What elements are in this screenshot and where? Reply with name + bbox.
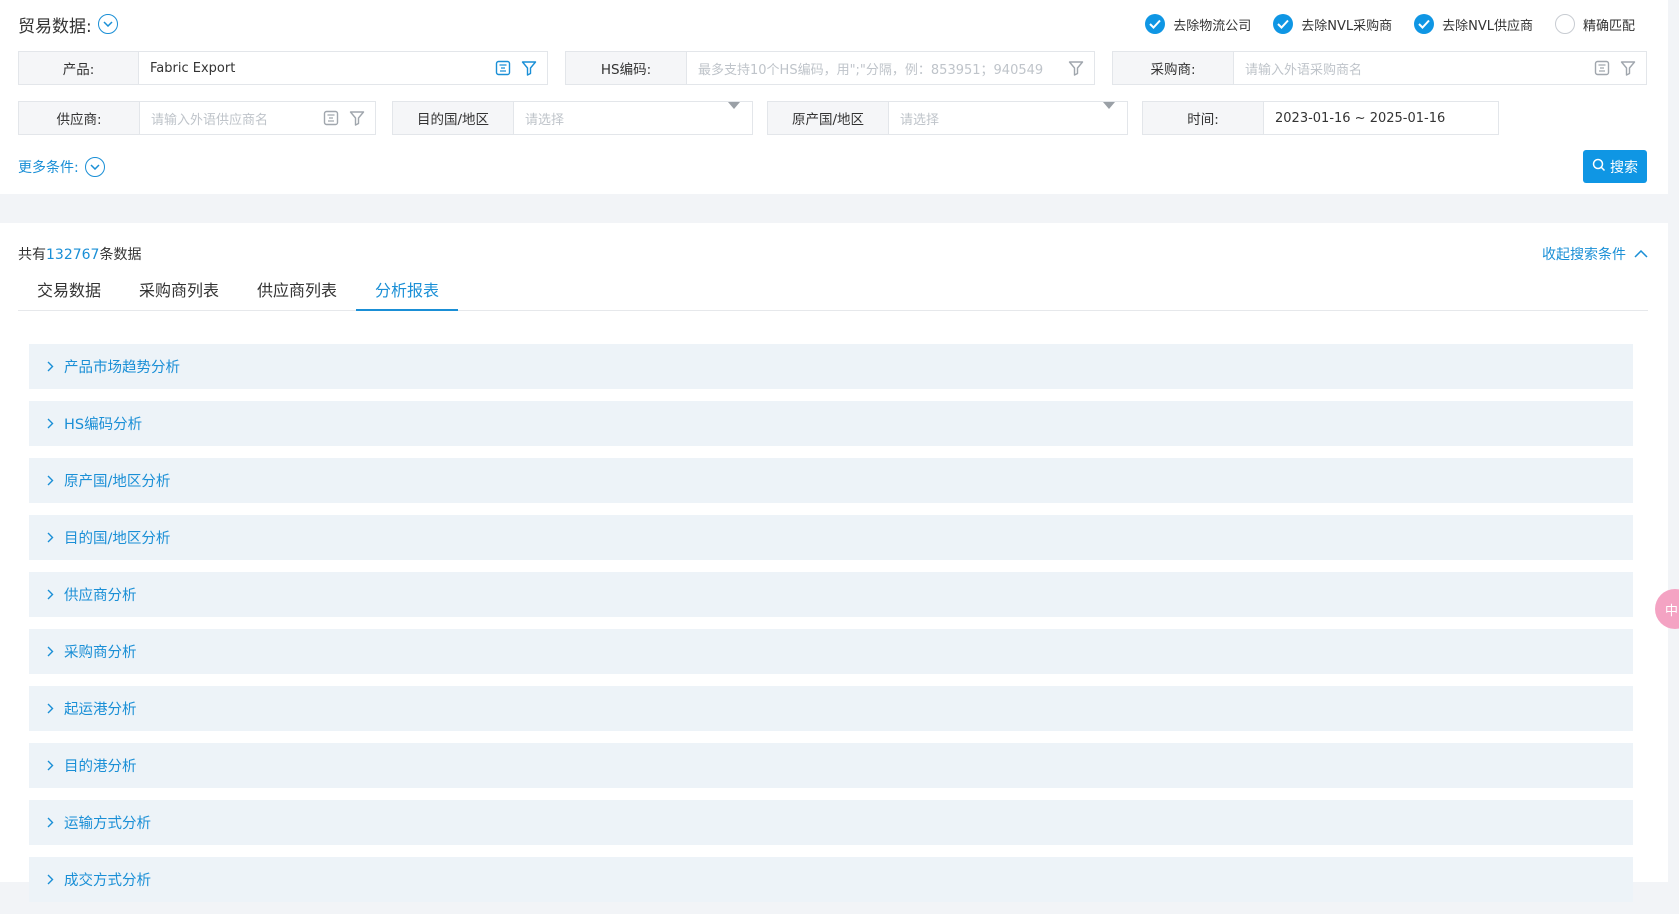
origin-field: 原产国/地区 请选择: [767, 101, 1128, 135]
count-suffix: 条数据: [99, 247, 142, 263]
accordion-label: 产品市场趋势分析: [64, 360, 180, 376]
checked-icon: [1273, 14, 1294, 34]
checkbox-label: 精确匹配: [1582, 18, 1635, 34]
collapse-label: 收起搜索条件: [1542, 247, 1626, 263]
chevron-up-icon: [1634, 246, 1648, 262]
results-panel: 共有132767条数据 收起搜索条件 交易数据 采购商列表 供应商列表 分析报表…: [0, 223, 1668, 902]
accordion-item[interactable]: 目的国/地区分析: [29, 515, 1633, 560]
accordion-item[interactable]: 运输方式分析: [29, 800, 1633, 845]
translate-icon[interactable]: [323, 110, 339, 126]
accordion-item[interactable]: 原产国/地区分析: [29, 458, 1633, 503]
search-icon: [1592, 158, 1606, 176]
origin-label: 原产国/地区: [768, 102, 889, 134]
filter-icon[interactable]: [1068, 60, 1084, 76]
accordion-label: 起运港分析: [64, 702, 137, 718]
supplier-label: 供应商:: [19, 102, 140, 134]
accordion-item[interactable]: 成交方式分析: [29, 857, 1633, 902]
checkbox-label: 去除物流公司: [1173, 18, 1252, 34]
filter-checkboxes: 去除物流公司 去除NVL采购商 去除NVL供应商 精确匹配: [1145, 14, 1635, 34]
checkbox-exclude-nvl-supplier[interactable]: 去除NVL供应商: [1414, 14, 1533, 34]
checkbox-exclude-logistics[interactable]: 去除物流公司: [1145, 14, 1251, 34]
analysis-accordion: 产品市场趋势分析 HS编码分析原产国/地区分析 目的国/地区分析 供应商分析采购商分析…: [29, 344, 1633, 914]
buyer-label: 采购商:: [1113, 52, 1234, 84]
product-input[interactable]: Fabric Export: [139, 52, 495, 84]
chevron-right-icon: [47, 646, 54, 657]
chevron-right-icon: [47, 817, 54, 828]
chevron-right-icon: [47, 361, 54, 372]
chevron-right-icon: [47, 418, 54, 429]
supplier-field: 供应商: 请输入外语供应商名: [18, 101, 376, 135]
search-panel: 贸易数据: 去除物流公司 去除NVL采购商 去除NVL供应商 精确匹配 产品: …: [0, 0, 1668, 194]
accordion-item[interactable]: 产品市场趋势分析: [29, 344, 1633, 389]
count-prefix: 共有: [18, 247, 46, 263]
accordion-item[interactable]: 采购商分析: [29, 629, 1633, 674]
accordion-label: 成交方式分析: [64, 873, 151, 889]
chevron-right-icon: [47, 874, 54, 885]
tab-transactions[interactable]: 交易数据: [18, 268, 120, 310]
chevron-right-icon: [47, 760, 54, 771]
tab-suppliers[interactable]: 供应商列表: [238, 268, 356, 310]
hs-code-input[interactable]: 最多支持10个HS编码，用";"分隔，例：853951；940549: [687, 52, 1068, 84]
checkbox-label: 去除NVL供应商: [1442, 18, 1533, 34]
more-conditions-label: 更多条件:: [18, 160, 79, 176]
filter-icon[interactable]: [1620, 60, 1636, 76]
destination-select[interactable]: 请选择: [514, 102, 728, 134]
hs-code-field: HS编码: 最多支持10个HS编码，用";"分隔，例：853951；940549: [565, 51, 1095, 85]
search-button-label: 搜索: [1610, 159, 1638, 176]
chevron-right-icon: [47, 589, 54, 600]
origin-select[interactable]: 请选择: [889, 102, 1103, 134]
buyer-input[interactable]: 请输入外语采购商名: [1234, 52, 1594, 84]
supplier-input[interactable]: 请输入外语供应商名: [140, 102, 323, 134]
unchecked-icon: [1554, 14, 1575, 34]
accordion-label: 目的国/地区分析: [64, 531, 171, 547]
buyer-field: 采购商: 请输入外语采购商名: [1112, 51, 1647, 85]
tab-buyers[interactable]: 采购商列表: [120, 268, 238, 310]
expand-title-icon[interactable]: [97, 14, 118, 34]
hs-code-label: HS编码:: [566, 52, 687, 84]
accordion-label: 供应商分析: [64, 588, 137, 604]
checkbox-label: 去除NVL采购商: [1301, 18, 1393, 34]
accordion-item[interactable]: 起运港分析: [29, 686, 1633, 731]
more-conditions[interactable]: 更多条件:: [18, 157, 105, 177]
chevron-down-icon[interactable]: [728, 102, 740, 109]
product-field: 产品: Fabric Export: [18, 51, 548, 85]
translate-icon[interactable]: [1594, 60, 1610, 76]
chevron-down-icon: [84, 157, 105, 177]
chevron-right-icon: [47, 532, 54, 543]
checkbox-exact-match[interactable]: 精确匹配: [1554, 14, 1635, 34]
search-button[interactable]: 搜索: [1583, 150, 1647, 183]
filter-icon[interactable]: [349, 110, 365, 126]
checked-icon: [1414, 14, 1435, 34]
count-number: 132767: [46, 247, 100, 263]
translate-icon[interactable]: [495, 60, 511, 76]
checked-icon: [1145, 14, 1166, 34]
accordion-item[interactable]: HS编码分析: [29, 401, 1633, 446]
accordion-label: 原产国/地区分析: [64, 474, 171, 490]
results-tabs: 交易数据 采购商列表 供应商列表 分析报表: [18, 268, 1648, 311]
chevron-down-icon[interactable]: [1103, 102, 1115, 109]
collapse-search-button[interactable]: 收起搜索条件: [1542, 244, 1648, 264]
checkbox-exclude-nvl-buyer[interactable]: 去除NVL采购商: [1273, 14, 1392, 34]
chevron-right-icon: [47, 703, 54, 714]
accordion-label: 目的港分析: [64, 759, 137, 775]
accordion-label: HS编码分析: [64, 417, 143, 433]
chevron-right-icon: [47, 475, 54, 486]
accordion-label: 运输方式分析: [64, 816, 151, 832]
accordion-label: 采购商分析: [64, 645, 137, 661]
time-label: 时间:: [1143, 102, 1264, 134]
destination-label: 目的国/地区: [393, 102, 514, 134]
date-range-input[interactable]: 2023-01-16 ~ 2025-01-16: [1264, 102, 1498, 134]
product-label: 产品:: [19, 52, 139, 84]
time-field: 时间: 2023-01-16 ~ 2025-01-16: [1142, 101, 1499, 135]
trade-data-title: 贸易数据:: [18, 12, 118, 37]
filter-icon[interactable]: [521, 60, 537, 76]
destination-field: 目的国/地区 请选择: [392, 101, 753, 135]
result-count: 共有132767条数据: [18, 244, 141, 264]
tab-analysis[interactable]: 分析报表: [356, 268, 459, 311]
accordion-item[interactable]: 目的港分析: [29, 743, 1633, 788]
page-title: 贸易数据:: [18, 16, 92, 37]
accordion-item[interactable]: 供应商分析: [29, 572, 1633, 617]
